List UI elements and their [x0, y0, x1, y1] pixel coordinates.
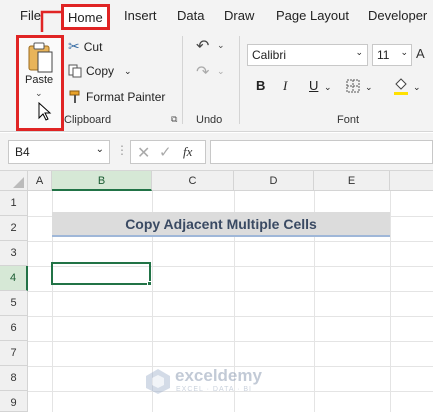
chevron-down-icon[interactable]: ⌄	[35, 88, 43, 99]
undo-icon[interactable]: ↶	[196, 36, 209, 56]
gridline	[28, 341, 433, 342]
column-header-d[interactable]: D	[234, 171, 314, 191]
chevron-down-icon[interactable]: ⌄	[217, 40, 225, 51]
tab-draw[interactable]: Draw	[224, 8, 254, 23]
ribbon-separator	[182, 36, 183, 124]
column-header-f[interactable]	[390, 171, 433, 191]
mouse-cursor-icon	[38, 102, 52, 121]
row-header-7[interactable]: 7	[0, 341, 28, 366]
copy-label: Copy	[86, 64, 115, 78]
paste-icon	[28, 42, 53, 73]
undo-group-label: Undo	[196, 114, 223, 126]
name-box-value: B4	[15, 145, 30, 159]
name-box[interactable]: B4 ⌄	[8, 140, 110, 164]
borders-icon[interactable]	[346, 79, 360, 93]
copy-icon	[68, 64, 82, 78]
format-painter-button[interactable]: Format Painter	[68, 90, 165, 104]
row-header-3[interactable]: 3	[0, 241, 28, 266]
formula-input[interactable]	[210, 140, 433, 164]
column-header-b[interactable]: B	[52, 171, 152, 191]
chevron-down-icon: ⌄	[355, 47, 363, 57]
font-size-select[interactable]: 11 ⌄	[372, 44, 412, 66]
ribbon: Paste ⌄ ✂ Cut Copy ⌄ Format Painter Clip…	[0, 32, 433, 132]
row-header-8[interactable]: 8	[0, 366, 28, 391]
check-icon[interactable]: ✓	[159, 143, 172, 161]
fill-handle[interactable]	[147, 281, 152, 286]
watermark-name: exceldemy	[175, 366, 262, 385]
exceldemy-logo-icon	[146, 369, 170, 394]
insert-function-button[interactable]: fx	[183, 144, 192, 160]
row-header-6[interactable]: 6	[0, 316, 28, 341]
watermark-logo: exceldemy EXCEL · DATA · BI	[145, 364, 295, 404]
row-header-9[interactable]: 9	[0, 391, 28, 412]
chevron-down-icon[interactable]: ⌄	[217, 66, 225, 77]
cut-button[interactable]: ✂ Cut	[68, 38, 102, 55]
row-header-2[interactable]: 2	[0, 216, 28, 241]
row-header-5[interactable]: 5	[0, 291, 28, 316]
tab-insert[interactable]: Insert	[124, 8, 157, 23]
tab-page-layout[interactable]: Page Layout	[276, 8, 349, 23]
title-cell[interactable]: Copy Adjacent Multiple Cells	[52, 212, 390, 237]
chevron-down-icon[interactable]: ⌄	[413, 82, 421, 93]
cut-label: Cut	[83, 39, 103, 54]
more-icon: ⋮	[116, 143, 128, 157]
underline-button[interactable]: U	[309, 78, 318, 93]
bold-button[interactable]: B	[256, 78, 265, 93]
chevron-down-icon[interactable]: ⌄	[365, 82, 373, 93]
column-header-c[interactable]: C	[152, 171, 234, 191]
row-header-1[interactable]: 1	[0, 191, 28, 216]
redo-icon[interactable]: ↷	[196, 62, 209, 82]
worksheet-grid[interactable]: A B C D E 1 2 3 4 5 6 7 8 9 Copy Adjacen…	[0, 171, 433, 412]
format-painter-label: Format Painter	[86, 90, 166, 104]
row-header-4[interactable]: 4	[0, 266, 28, 291]
watermark-tagline: EXCEL · DATA · BI	[176, 386, 252, 393]
gridline	[28, 291, 433, 292]
font-name-value: Calibri	[252, 48, 287, 62]
gridline	[28, 316, 433, 317]
cancel-icon[interactable]: ✕	[137, 143, 150, 163]
gridline	[28, 241, 433, 242]
fill-color-icon[interactable]	[393, 76, 409, 96]
chevron-down-icon: ⌄	[95, 144, 104, 155]
italic-button[interactable]: I	[283, 78, 287, 94]
font-group-label: Font	[337, 114, 360, 126]
ribbon-separator	[239, 36, 240, 124]
tab-home[interactable]: Home	[61, 4, 110, 30]
increase-font-size-icon[interactable]: A	[416, 46, 425, 61]
tab-data[interactable]: Data	[177, 8, 204, 23]
tab-developer[interactable]: Developer	[368, 8, 427, 23]
chevron-down-icon[interactable]: ⌄	[124, 66, 132, 77]
column-header-e[interactable]: E	[314, 171, 390, 191]
dialog-launcher-icon[interactable]: ⧉	[171, 114, 177, 125]
active-cell-b4[interactable]	[51, 262, 151, 285]
font-size-value: 11	[377, 48, 390, 62]
select-all-corner[interactable]	[0, 171, 28, 191]
scissors-icon: ✂	[68, 38, 80, 54]
paste-label: Paste	[25, 74, 54, 86]
chevron-down-icon: ⌄	[400, 47, 408, 57]
copy-button[interactable]: Copy ⌄	[68, 64, 132, 78]
font-name-select[interactable]: Calibri ⌄	[247, 44, 368, 66]
formula-bar: B4 ⌄ ⋮ ✕ ✓ fx	[0, 133, 433, 171]
chevron-down-icon[interactable]: ⌄	[324, 82, 332, 93]
formula-actions: ✕ ✓ fx	[130, 140, 206, 164]
column-header-a[interactable]: A	[28, 171, 52, 191]
clipboard-group-label: Clipboard	[64, 114, 112, 126]
gridline	[390, 191, 391, 412]
paintbrush-icon	[69, 90, 80, 103]
